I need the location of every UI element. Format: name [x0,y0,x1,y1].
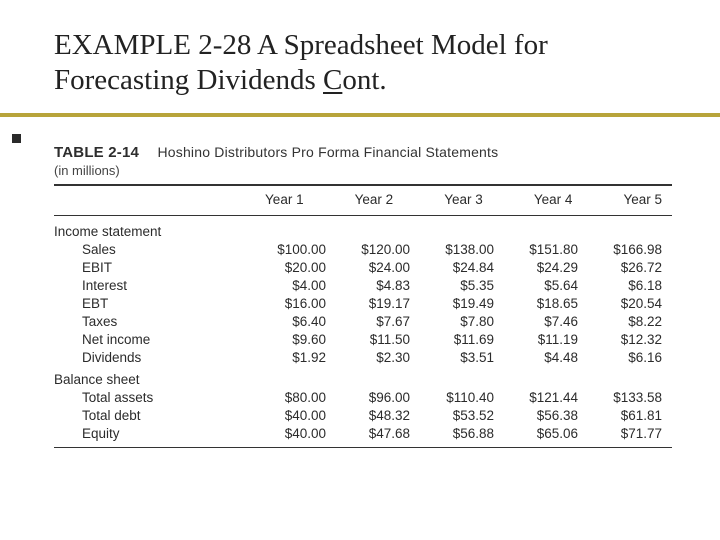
cell-value: $7.67 [336,312,420,330]
table-row: Dividends$1.92$2.30$3.51$4.48$6.16 [54,348,672,366]
accent-bar [0,113,720,117]
section-row: Balance sheet [54,366,672,389]
section-label: Income statement [54,222,672,240]
cell-value: $151.80 [504,240,588,258]
row-label: Taxes [54,312,252,330]
section-row: Income statement [54,222,672,240]
cell-value: $4.48 [504,348,588,366]
cell-value: $96.00 [336,389,420,407]
table-title-line: TABLE 2-14 Hoshino Distributors Pro Form… [54,144,672,161]
cell-value: $3.51 [420,348,504,366]
row-label: Dividends [54,348,252,366]
data-table: Income statementSales$100.00$120.00$138.… [54,222,672,443]
cell-value: $138.00 [420,240,504,258]
col-header: Year 2 [314,190,404,211]
cell-value: $18.65 [504,294,588,312]
cell-value: $6.40 [252,312,336,330]
cell-value: $20.00 [252,258,336,276]
row-label: Sales [54,240,252,258]
cell-value: $53.52 [420,407,504,425]
cell-value: $80.00 [252,389,336,407]
cell-value: $100.00 [252,240,336,258]
cell-value: $133.58 [588,389,672,407]
cell-value: $65.06 [504,425,588,443]
cell-value: $40.00 [252,425,336,443]
table-row: Interest$4.00$4.83$5.35$5.64$6.18 [54,276,672,294]
cell-value: $1.92 [252,348,336,366]
row-label: Equity [54,425,252,443]
table-container: TABLE 2-14 Hoshino Distributors Pro Form… [54,144,672,448]
table-title: Hoshino Distributors Pro Forma Financial… [157,144,498,160]
cell-value: $110.40 [420,389,504,407]
cell-value: $71.77 [588,425,672,443]
cell-value: $9.60 [252,330,336,348]
table-unit: (in millions) [54,163,672,178]
cell-value: $6.16 [588,348,672,366]
cell-value: $56.38 [504,407,588,425]
cell-value: $24.29 [504,258,588,276]
row-label: EBT [54,294,252,312]
cell-value: $20.54 [588,294,672,312]
cell-value: $8.22 [588,312,672,330]
cell-value: $19.49 [420,294,504,312]
cell-value: $4.83 [336,276,420,294]
cell-value: $11.19 [504,330,588,348]
cell-value: $56.88 [420,425,504,443]
cell-value: $26.72 [588,258,672,276]
table-row: Total assets$80.00$96.00$110.40$121.44$1… [54,389,672,407]
cell-value: $40.00 [252,407,336,425]
table-row: Taxes$6.40$7.67$7.80$7.46$8.22 [54,312,672,330]
table-row: EBIT$20.00$24.00$24.84$24.29$26.72 [54,258,672,276]
cell-value: $47.68 [336,425,420,443]
rule-sep [54,215,672,216]
cell-value: $6.18 [588,276,672,294]
slide-heading: EXAMPLE 2-28 A Spreadsheet Model for For… [54,28,676,99]
cell-value: $166.98 [588,240,672,258]
cell-value: $24.00 [336,258,420,276]
col-header: Year 5 [582,190,672,211]
cell-value: $11.50 [336,330,420,348]
rule-bottom [54,447,672,448]
col-header: Year 4 [493,190,583,211]
cell-value: $7.80 [420,312,504,330]
row-label: Total debt [54,407,252,425]
table-row: Sales$100.00$120.00$138.00$151.80$166.98 [54,240,672,258]
cell-value: $5.64 [504,276,588,294]
cell-value: $19.17 [336,294,420,312]
slide: EXAMPLE 2-28 A Spreadsheet Model for For… [0,0,720,540]
cell-value: $48.32 [336,407,420,425]
table-number: TABLE 2-14 [54,144,139,161]
cell-value: $2.30 [336,348,420,366]
table-row: EBT$16.00$19.17$19.49$18.65$20.54 [54,294,672,312]
cell-value: $120.00 [336,240,420,258]
row-label: Net income [54,330,252,348]
heading-prefix: EXAMPLE 2-28 [54,29,257,61]
table-row: Total debt$40.00$48.32$53.52$56.38$61.81 [54,407,672,425]
row-label: Interest [54,276,252,294]
table-row: Net income$9.60$11.50$11.69$11.19$12.32 [54,330,672,348]
bullet-icon [12,134,21,143]
cell-value: $12.32 [588,330,672,348]
cell-value: $16.00 [252,294,336,312]
table-row: Equity$40.00$47.68$56.88$65.06$71.77 [54,425,672,443]
column-header-row: Year 1 Year 2 Year 3 Year 4 Year 5 [54,190,672,211]
cell-value: $24.84 [420,258,504,276]
blank-header [54,190,224,211]
header-row-table: Year 1 Year 2 Year 3 Year 4 Year 5 [54,190,672,211]
col-header: Year 1 [224,190,314,211]
col-header: Year 3 [403,190,493,211]
section-label: Balance sheet [54,366,672,389]
cell-value: $121.44 [504,389,588,407]
cell-value: $7.46 [504,312,588,330]
cell-value: $4.00 [252,276,336,294]
row-label: EBIT [54,258,252,276]
cell-value: $5.35 [420,276,504,294]
cell-value: $11.69 [420,330,504,348]
row-label: Total assets [54,389,252,407]
rule-top [54,184,672,186]
cell-value: $61.81 [588,407,672,425]
